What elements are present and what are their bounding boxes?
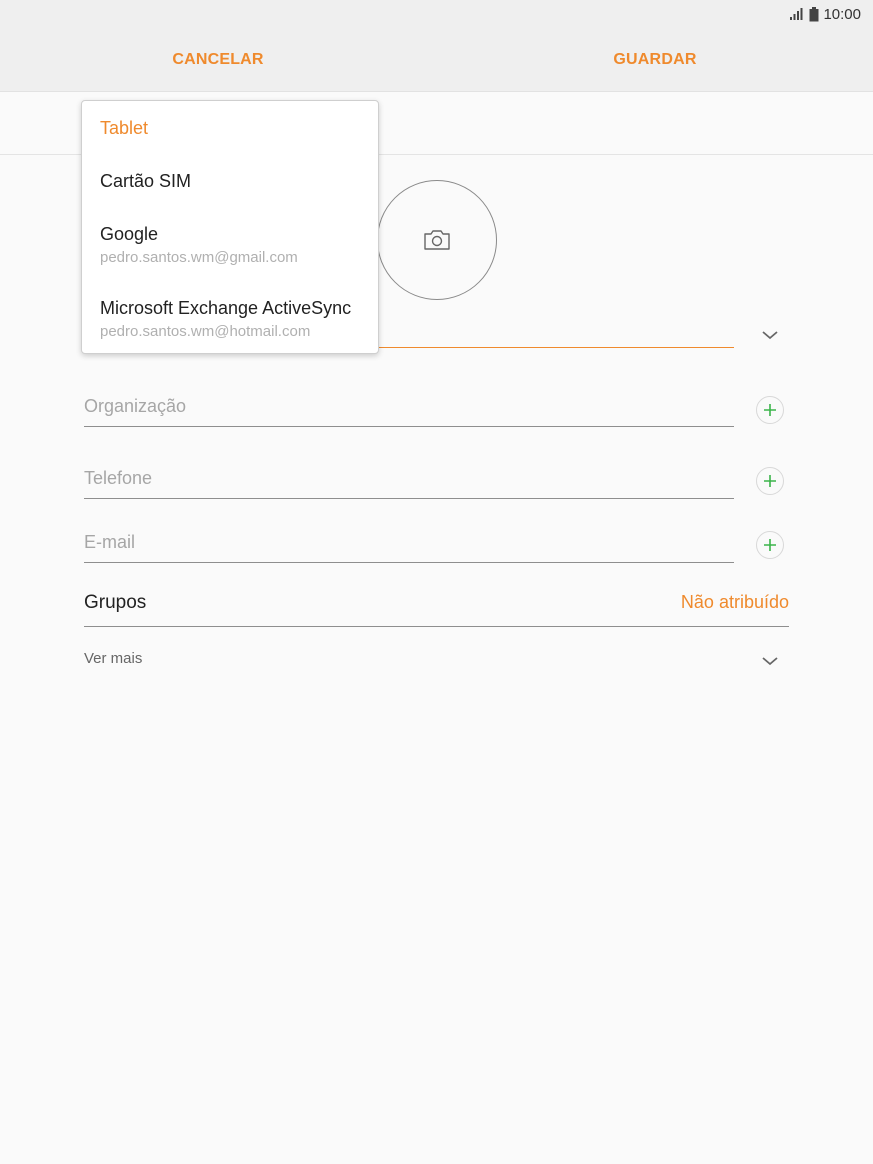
status-bar: 10:00	[0, 0, 873, 28]
storage-location-menu: Tablet Cartão SIM Google pedro.santos.wm…	[81, 100, 379, 354]
cancel-button[interactable]: CANCELAR	[118, 28, 318, 91]
contact-photo-button[interactable]	[377, 180, 497, 300]
email-field[interactable]: E-mail	[84, 522, 734, 563]
organization-field[interactable]: Organização	[84, 386, 734, 427]
add-organization-button[interactable]	[756, 396, 784, 424]
status-icons: 10:00	[789, 5, 861, 23]
menu-item-google[interactable]: Google pedro.santos.wm@gmail.com	[100, 224, 368, 266]
menu-item-exchange[interactable]: Microsoft Exchange ActiveSync pedro.sant…	[100, 298, 368, 340]
add-phone-button[interactable]	[756, 467, 784, 495]
menu-item-account: pedro.santos.wm@gmail.com	[100, 249, 298, 266]
menu-item-title: Cartão SIM	[100, 171, 192, 191]
groups-label: Grupos	[84, 592, 147, 613]
save-button[interactable]: GUARDAR	[555, 28, 755, 91]
menu-item-tablet[interactable]: Tablet	[100, 118, 368, 139]
camera-icon	[424, 230, 450, 250]
phone-placeholder: Telefone	[84, 468, 153, 488]
phone-field[interactable]: Telefone	[84, 458, 734, 499]
menu-item-sim-card[interactable]: Cartão SIM	[100, 171, 368, 192]
status-time: 10:00	[823, 5, 861, 23]
groups-row[interactable]: Grupos Não atribuído	[84, 584, 789, 627]
add-email-button[interactable]	[756, 531, 784, 559]
organization-placeholder: Organização	[84, 396, 187, 416]
action-bar: CANCELAR GUARDAR	[0, 28, 873, 92]
email-placeholder: E-mail	[84, 532, 136, 552]
menu-item-title: Google	[100, 224, 159, 244]
plus-icon	[764, 539, 776, 551]
menu-item-account: pedro.santos.wm@hotmail.com	[100, 323, 311, 340]
chevron-down-icon[interactable]	[758, 323, 782, 347]
signal-icon	[790, 8, 803, 20]
groups-value: Não atribuído	[680, 592, 789, 612]
menu-item-title: Tablet	[100, 118, 149, 138]
menu-item-title: Microsoft Exchange ActiveSync	[100, 298, 352, 318]
chevron-down-icon[interactable]	[758, 649, 782, 673]
plus-icon	[764, 404, 776, 416]
battery-icon	[809, 6, 819, 21]
plus-icon	[764, 475, 776, 487]
see-more-link[interactable]: Ver mais	[84, 650, 142, 667]
